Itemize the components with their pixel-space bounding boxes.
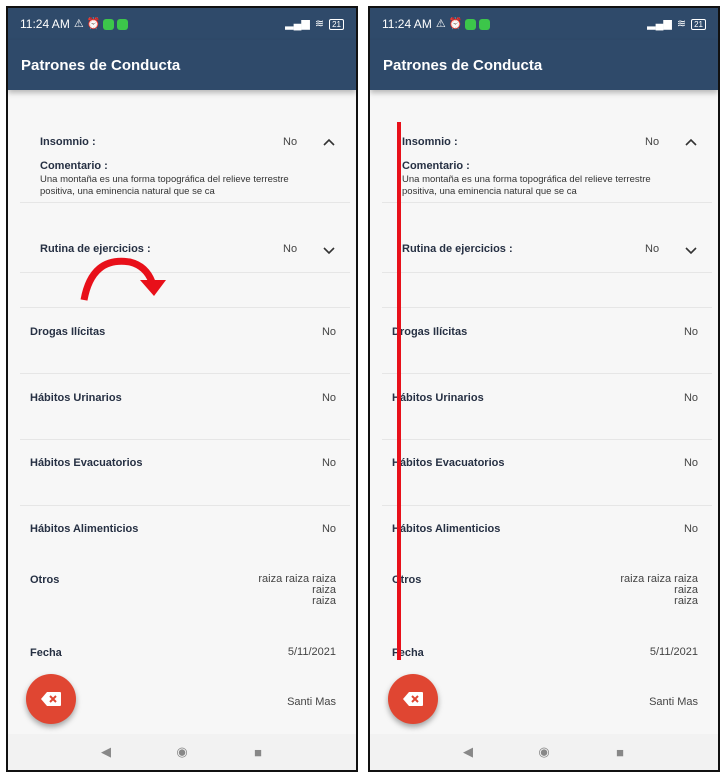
comment-label: Comentario : <box>40 160 108 172</box>
system-nav-bar: ◀ ◉ ■ <box>370 734 718 770</box>
list-item: Hábitos Evacuatorios No <box>370 440 718 505</box>
mute-icon: ⚠ <box>435 17 446 30</box>
battery-icon: 21 <box>329 18 344 30</box>
evacuatorios-label: Hábitos Evacuatorios <box>392 457 505 469</box>
system-nav-bar: ◀ ◉ ■ <box>8 734 356 770</box>
drogas-value: No <box>321 326 336 338</box>
signal-icon: ▂▄▆ <box>647 17 672 30</box>
list-item: Hábitos Alimenticios No <box>370 506 718 571</box>
chevron-down-icon[interactable] <box>322 245 336 255</box>
list-item: Otros raiza raiza raiza raiza raiza <box>370 568 718 638</box>
battery-icon: 21 <box>691 18 706 30</box>
backspace-icon <box>41 692 61 706</box>
phone-screenshot-right: 11:24 AM ⚠ ⏰ ▂▄▆ ≋ 21 Patrones de Conduc… <box>368 6 720 772</box>
rutina-label: Rutina de ejercicios : <box>40 243 151 255</box>
list-item: Hábitos Urinarios No <box>370 374 718 439</box>
fecha-label: Fecha <box>392 647 424 659</box>
list-item: Fecha 5/11/2021 <box>8 640 356 670</box>
chevron-down-icon[interactable] <box>684 245 698 255</box>
expandable-insomnio[interactable]: Insomnio : No Comentario : Una montaña e… <box>370 90 718 205</box>
list-item: Drogas Ilícitas No <box>8 308 356 373</box>
list-item: Hábitos Alimenticios No <box>8 506 356 571</box>
expandable-insomnio[interactable]: Insomnio : No Comentario : Una montaña e… <box>8 90 356 205</box>
page-title: Patrones de Conducta <box>383 56 543 74</box>
rutina-value: No <box>283 243 298 255</box>
evacuatorios-label: Hábitos Evacuatorios <box>30 457 143 469</box>
content-list[interactable]: Insomnio : No Comentario : Una montaña e… <box>8 90 356 734</box>
mute-icon: ⚠ <box>73 17 84 30</box>
whatsapp-icon <box>117 18 129 30</box>
otros-label: Otros <box>392 574 422 586</box>
rutina-label: Rutina de ejercicios : <box>402 243 513 255</box>
notification-app-icon <box>465 18 477 30</box>
backspace-icon <box>403 692 423 706</box>
drogas-label: Drogas Ilícitas <box>392 326 468 338</box>
evacuatorios-value: No <box>321 457 336 469</box>
comment-text: Una montaña es una forma topográfica del… <box>402 174 651 197</box>
alimenticios-value: No <box>321 523 336 535</box>
divider <box>382 272 712 273</box>
insomnio-label: Insomnio : <box>402 136 458 148</box>
recents-icon[interactable]: ■ <box>612 744 628 760</box>
urinarios-value: No <box>321 392 336 404</box>
signal-icon: ▂▄▆ <box>285 17 310 30</box>
wifi-icon: ≋ <box>676 17 687 30</box>
list-item: Fecha 5/11/2021 <box>370 640 718 670</box>
chevron-up-icon[interactable] <box>684 137 698 147</box>
wifi-icon: ≋ <box>314 17 325 30</box>
author-value: Santi Mas <box>649 696 698 708</box>
fecha-label: Fecha <box>30 647 62 659</box>
alimenticios-value: No <box>683 523 698 535</box>
fecha-value: 5/11/2021 <box>287 646 336 658</box>
back-icon[interactable]: ◀ <box>98 744 114 760</box>
back-icon[interactable]: ◀ <box>460 744 476 760</box>
list-item: Drogas Ilícitas No <box>370 308 718 373</box>
status-bar: 11:24 AM ⚠ ⏰ ▂▄▆ ≋ 21 <box>8 8 356 40</box>
divider <box>20 272 350 273</box>
insomnio-value: No <box>283 136 298 148</box>
comment-label: Comentario : <box>402 160 470 172</box>
expandable-rutina[interactable]: Rutina de ejercicios : No <box>8 203 356 273</box>
urinarios-value: No <box>683 392 698 404</box>
phone-screenshot-left: 11:24 AM ⚠ ⏰ ▂▄▆ ≋ 21 Patrones de Conduc… <box>6 6 358 772</box>
fecha-value: 5/11/2021 <box>649 646 698 658</box>
alarm-icon: ⏰ <box>448 17 463 30</box>
status-time: 11:24 AM <box>20 17 70 31</box>
app-bar: Patrones de Conducta <box>8 40 356 90</box>
list-item: Otros raiza raiza raiza raiza raiza <box>8 568 356 638</box>
alarm-icon: ⏰ <box>86 17 101 30</box>
otros-value: raiza raiza raiza raiza raiza <box>258 573 336 607</box>
home-icon[interactable]: ◉ <box>536 744 552 760</box>
chevron-up-icon[interactable] <box>322 137 336 147</box>
recents-icon[interactable]: ■ <box>250 744 266 760</box>
app-bar: Patrones de Conducta <box>370 40 718 90</box>
list-item: Hábitos Evacuatorios No <box>8 440 356 505</box>
author-value: Santi Mas <box>287 696 336 708</box>
otros-label: Otros <box>30 574 60 586</box>
insomnio-label: Insomnio : <box>40 136 96 148</box>
home-icon[interactable]: ◉ <box>174 744 190 760</box>
status-bar: 11:24 AM ⚠ ⏰ ▂▄▆ ≋ 21 <box>370 8 718 40</box>
urinarios-label: Hábitos Urinarios <box>30 392 122 404</box>
expandable-rutina[interactable]: Rutina de ejercicios : No <box>370 203 718 273</box>
content-list[interactable]: Insomnio : No Comentario : Una montaña e… <box>370 90 718 734</box>
list-item: Hábitos Urinarios No <box>8 374 356 439</box>
alimenticios-label: Hábitos Alimenticios <box>30 523 139 535</box>
alimenticios-label: Hábitos Alimenticios <box>392 523 501 535</box>
drogas-value: No <box>683 326 698 338</box>
drogas-label: Drogas Ilícitas <box>30 326 106 338</box>
otros-value: raiza raiza raiza raiza raiza <box>620 573 698 607</box>
status-time: 11:24 AM <box>382 17 432 31</box>
rutina-value: No <box>645 243 660 255</box>
notification-app-icon <box>103 18 115 30</box>
urinarios-label: Hábitos Urinarios <box>392 392 484 404</box>
delete-fab-button[interactable] <box>26 674 76 724</box>
comment-text: Una montaña es una forma topográfica del… <box>40 174 289 197</box>
evacuatorios-value: No <box>683 457 698 469</box>
insomnio-value: No <box>645 136 660 148</box>
page-title: Patrones de Conducta <box>21 56 181 74</box>
whatsapp-icon <box>479 18 491 30</box>
delete-fab-button[interactable] <box>388 674 438 724</box>
